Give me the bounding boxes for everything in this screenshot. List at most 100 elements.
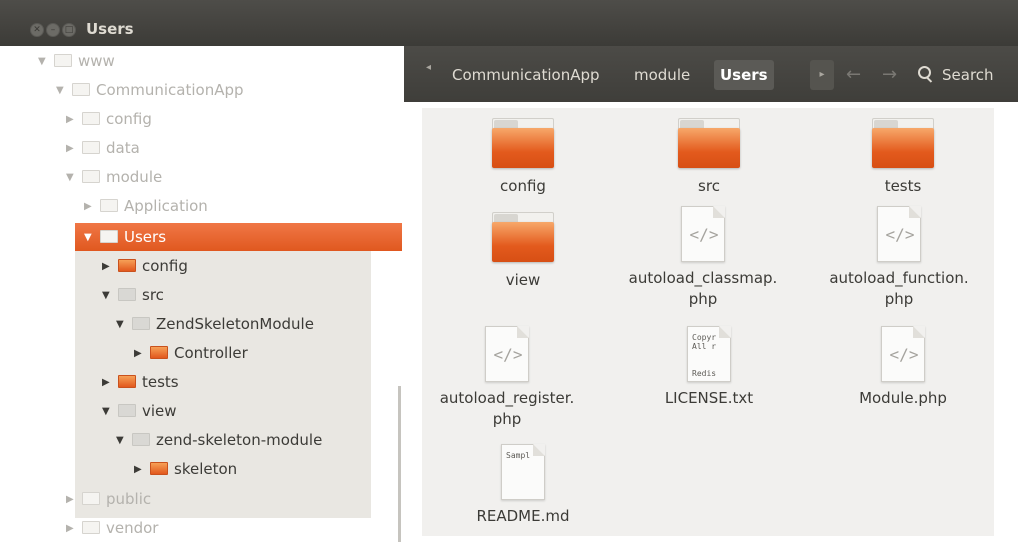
tree-item-label: zend-skeleton-module [156, 431, 323, 449]
tree-item-vendor[interactable]: ▶ vendor [66, 515, 158, 541]
tree-item-label: CommunicationApp [96, 81, 244, 99]
file-item-license[interactable]: Copyr All r Redis LICENSE.txt [624, 326, 794, 409]
file-item-tests[interactable]: tests [818, 118, 988, 197]
collapsed-arrow-icon[interactable]: ▶ [102, 254, 118, 280]
tree-item-label: config [106, 110, 152, 128]
tree-item-src[interactable]: ▼ src [102, 282, 164, 308]
tree-item-public[interactable]: ▶ public [66, 486, 151, 512]
collapsed-arrow-icon[interactable]: ▶ [84, 194, 100, 220]
search-button[interactable]: Search [918, 60, 994, 90]
file-view: config src tests view </> autoload_class… [404, 102, 1018, 542]
breadcrumb-back-arrow-icon[interactable]: ◂ [426, 62, 431, 73]
file-name-line1: autoload_function. [829, 269, 969, 287]
tree-item-label: view [142, 402, 177, 420]
file-name: view [505, 271, 541, 289]
expanded-arrow-icon[interactable]: ▼ [116, 428, 132, 454]
collapsed-arrow-icon[interactable]: ▶ [66, 136, 82, 162]
folder-icon [118, 288, 136, 301]
window-title: Users [86, 20, 134, 38]
breadcrumb-item-users[interactable]: Users [714, 60, 774, 90]
tree-item-www[interactable]: ▼ www [38, 48, 115, 74]
php-file-icon: </> [881, 326, 925, 382]
collapsed-arrow-icon[interactable]: ▶ [66, 107, 82, 133]
tree-item-label: www [78, 52, 115, 70]
file-name: src [698, 177, 720, 195]
tree-item-zend-skeleton-module[interactable]: ▼ zend-skeleton-module [116, 427, 322, 453]
tree-item-label: skeleton [174, 460, 238, 478]
folder-icon [82, 141, 100, 154]
php-file-icon: </> [485, 326, 529, 382]
collapsed-arrow-icon[interactable]: ▶ [66, 516, 82, 542]
folder-icon [54, 54, 72, 67]
file-item-config[interactable]: config [438, 118, 608, 197]
file-item-autoload-classmap[interactable]: </> autoload_classmap. php [618, 206, 788, 310]
collapsed-arrow-icon[interactable]: ▶ [66, 487, 82, 513]
collapsed-arrow-icon[interactable]: ▶ [102, 370, 118, 396]
collapsed-arrow-icon[interactable]: ▶ [134, 457, 150, 483]
tree-item-view[interactable]: ▼ view [102, 398, 177, 424]
breadcrumb-item-module[interactable]: module [628, 60, 696, 90]
folder-icon [150, 462, 168, 475]
expanded-arrow-icon[interactable]: ▼ [66, 165, 82, 191]
text-file-icon: Sampl [501, 444, 545, 500]
file-name: tests [884, 177, 922, 195]
file-item-autoload-register[interactable]: </> autoload_register. php [422, 326, 592, 430]
tree-item-label: module [106, 168, 163, 186]
forward-arrow-icon[interactable]: → [882, 60, 897, 90]
folder-icon [100, 199, 118, 212]
text-file-icon: Copyr All r Redis [687, 326, 731, 382]
expanded-arrow-icon[interactable]: ▼ [84, 225, 100, 251]
file-name-line1: autoload_register. [439, 389, 575, 407]
tree-item-tests[interactable]: ▶ tests [102, 369, 179, 395]
expanded-arrow-icon[interactable]: ▼ [56, 78, 72, 104]
tree-item-label: public [106, 490, 152, 508]
text-preview-line: Redis [692, 369, 717, 378]
tree-item-controller[interactable]: ▶ Controller [134, 340, 248, 366]
minimize-window-button[interactable]: – [46, 23, 60, 37]
file-item-module-php[interactable]: </> Module.php [818, 326, 988, 409]
sidebar-tree: ▼ www ▼ CommunicationApp ▶ config ▶ data ▼ mo… [0, 46, 404, 542]
file-name-line2: php [492, 410, 522, 428]
expanded-arrow-icon[interactable]: ▼ [102, 283, 118, 309]
sidebar-scrollbar[interactable] [398, 386, 401, 542]
toolbar: ◂ CommunicationApp module Users ▸ ← → Se… [404, 46, 1018, 102]
tree-item-label: Controller [174, 344, 248, 362]
collapsed-arrow-icon[interactable]: ▶ [134, 341, 150, 367]
back-arrow-icon[interactable]: ← [846, 60, 861, 90]
breadcrumb-forward-arrow-icon[interactable]: ▸ [810, 60, 834, 90]
tree-item-label: src [142, 286, 164, 304]
search-label: Search [942, 66, 994, 84]
file-name-line2: php [688, 290, 718, 308]
breadcrumb-item-communicationapp[interactable]: CommunicationApp [446, 60, 606, 90]
expanded-arrow-icon[interactable]: ▼ [38, 49, 54, 75]
folder-icon [72, 83, 90, 96]
close-window-button[interactable]: ✕ [30, 23, 44, 37]
file-item-src[interactable]: src [624, 118, 794, 197]
tree-item-label: config [142, 257, 188, 275]
text-preview-line: Sampl [506, 451, 531, 460]
tree-item-config[interactable]: ▶ config [66, 106, 152, 132]
tree-item-skeleton[interactable]: ▶ skeleton [134, 456, 237, 482]
tree-item-users-config[interactable]: ▶ config [102, 253, 188, 279]
expanded-arrow-icon[interactable]: ▼ [102, 399, 118, 425]
maximize-window-button[interactable]: □ [62, 23, 76, 37]
tree-item-users[interactable]: ▼ Users [84, 224, 166, 250]
file-item-readme[interactable]: Sampl README.md [438, 444, 608, 527]
file-item-autoload-function[interactable]: </> autoload_function. php [814, 206, 984, 310]
folder-icon [132, 433, 150, 446]
folder-icon [82, 112, 100, 125]
search-icon [918, 66, 934, 82]
php-file-icon: </> [681, 206, 725, 262]
folder-icon [492, 212, 554, 264]
tree-item-label: vendor [106, 519, 159, 537]
tree-item-application[interactable]: ▶ Application [84, 193, 208, 219]
tree-item-communicationapp[interactable]: ▼ CommunicationApp [56, 77, 244, 103]
file-item-view[interactable]: view [438, 212, 608, 291]
tree-item-data[interactable]: ▶ data [66, 135, 140, 161]
tree-item-module[interactable]: ▼ module [66, 164, 162, 190]
expanded-arrow-icon[interactable]: ▼ [116, 312, 132, 338]
folder-icon [82, 170, 100, 183]
file-name-line1: autoload_classmap. [628, 269, 778, 287]
tree-item-zendskeletonmodule[interactable]: ▼ ZendSkeletonModule [116, 311, 314, 337]
window-titlebar: ✕ – □ Users [0, 0, 1018, 46]
